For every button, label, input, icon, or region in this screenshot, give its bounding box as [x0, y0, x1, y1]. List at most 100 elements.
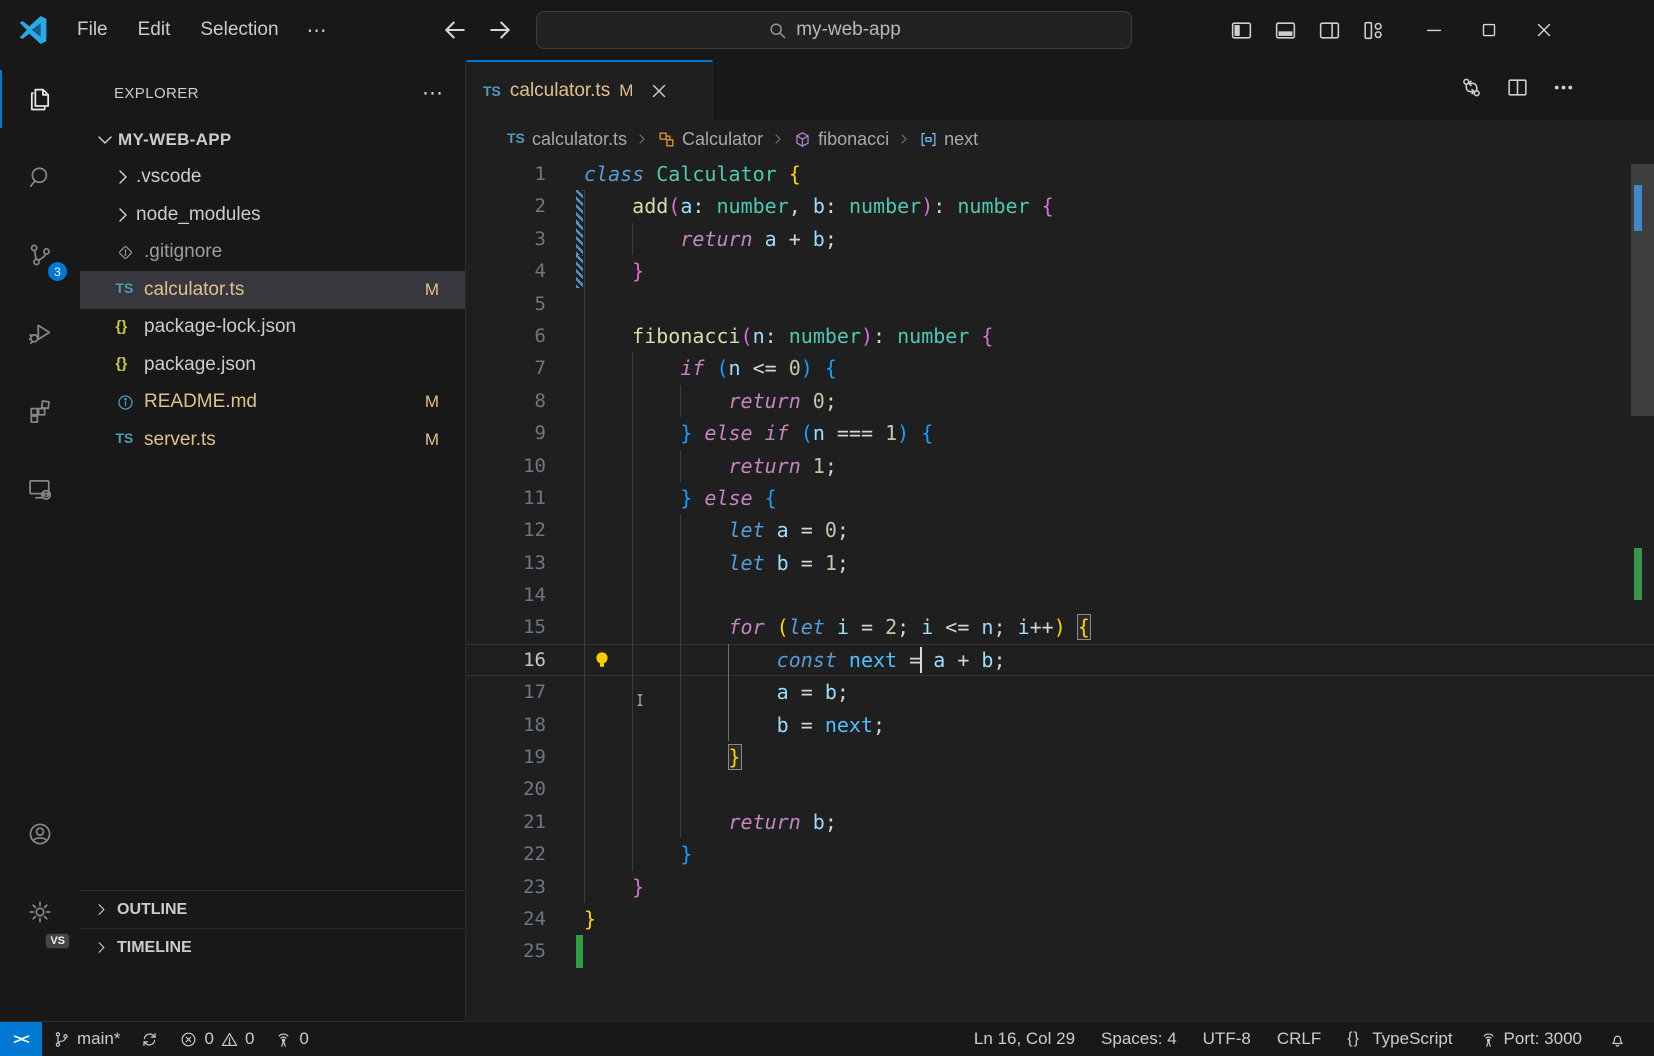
menu-selection[interactable]: Selection: [185, 13, 293, 47]
status-branch[interactable]: main*: [42, 1022, 130, 1056]
code-line-9[interactable]: 9 } else if (n === 1) {: [467, 417, 1654, 449]
tree-item-calculator-ts[interactable]: TScalculator.tsM: [80, 271, 465, 309]
lightbulb-icon[interactable]: [590, 648, 614, 672]
token: 1: [885, 421, 897, 445]
nav-back-icon[interactable]: [440, 15, 470, 45]
status-eol[interactable]: CRLF: [1264, 1022, 1334, 1056]
tree-item-package-lock-json[interactable]: {}package-lock.json: [80, 309, 465, 347]
tree-item-package-json[interactable]: {}package.json: [80, 346, 465, 384]
token: number: [957, 194, 1029, 218]
token: i: [1018, 615, 1030, 639]
tab-calculator-ts[interactable]: TS calculator.ts M: [467, 60, 713, 120]
status-problems[interactable]: 00: [169, 1022, 264, 1056]
menu-more[interactable]: ⋯: [294, 12, 340, 49]
layout-custom-button[interactable]: [1358, 15, 1389, 46]
status-notifications[interactable]: [1595, 1022, 1640, 1056]
code-tokens: return a + b;: [584, 227, 837, 251]
code-line-12[interactable]: 12 let a = 0;: [467, 514, 1654, 546]
breadcrumb-calculator[interactable]: Calculator: [657, 129, 763, 150]
code-content: return 0;: [584, 385, 1654, 417]
code-tokens: return 1;: [584, 454, 837, 478]
code-line-22[interactable]: 22 }: [467, 838, 1654, 870]
file-label: node_modules: [136, 204, 465, 226]
code-line-21[interactable]: 21 return b;: [467, 806, 1654, 838]
code-line-4[interactable]: 4 }: [467, 255, 1654, 287]
tab-close-icon[interactable]: [648, 80, 670, 102]
code-line-25[interactable]: 25: [467, 935, 1654, 967]
code-line-24[interactable]: 24}: [467, 903, 1654, 935]
code-line-15[interactable]: 15 for (let i = 2; i <= n; i++) {: [467, 611, 1654, 643]
code-editor[interactable]: 1class Calculator {2 add(a: number, b: n…: [467, 158, 1654, 968]
sidebar-more-icon[interactable]: ⋯: [422, 81, 445, 106]
activity-settings[interactable]: VS: [0, 873, 80, 951]
code-content: [584, 288, 1654, 320]
status-encoding[interactable]: UTF-8: [1190, 1022, 1264, 1056]
editor-action-open-changes[interactable]: [1459, 75, 1484, 105]
code-line-20[interactable]: 20: [467, 773, 1654, 805]
status-ports[interactable]: 0: [264, 1022, 318, 1056]
minimize-button[interactable]: [1406, 0, 1461, 60]
tree-item--vscode[interactable]: .vscode: [80, 159, 465, 197]
remote-indicator[interactable]: ><: [0, 1022, 42, 1056]
activity-accounts[interactable]: [0, 795, 80, 873]
status-left: main* 000: [42, 1022, 319, 1056]
activity-run-debug[interactable]: [0, 294, 80, 372]
section-outline[interactable]: OUTLINE: [80, 890, 465, 928]
tree-root[interactable]: MY-WEB-APP: [80, 121, 465, 159]
menu-file[interactable]: File: [62, 13, 123, 47]
tree-item-readme-md[interactable]: README.mdM: [80, 384, 465, 422]
command-center-search[interactable]: my-web-app: [536, 11, 1132, 49]
menu-edit[interactable]: Edit: [123, 13, 186, 47]
status-indentation[interactable]: Spaces: 4: [1088, 1022, 1190, 1056]
line-number: 10: [467, 450, 584, 482]
editor-action-split[interactable]: [1505, 75, 1530, 105]
breadcrumb-fibonacci[interactable]: fibonacci: [793, 129, 889, 150]
breadcrumb-label: calculator.ts: [532, 129, 627, 150]
status-port-forward[interactable]: Port: 3000: [1466, 1022, 1595, 1056]
line-number: 17: [467, 676, 584, 708]
code-line-6[interactable]: 6 fibonacci(n: number): number {: [467, 320, 1654, 352]
tree-item-node-modules[interactable]: node_modules: [80, 196, 465, 234]
line-number: 1: [467, 158, 584, 190]
editor-action-more-dots[interactable]: [1551, 75, 1576, 105]
activity-remote-explorer[interactable]: [0, 450, 80, 528]
token: ;: [825, 389, 837, 413]
panel-right-button[interactable]: [1314, 15, 1345, 46]
breadcrumb-next[interactable]: next: [919, 129, 978, 150]
panel-bottom-button[interactable]: [1270, 15, 1301, 46]
code-line-14[interactable]: 14: [467, 579, 1654, 611]
close-button[interactable]: [1516, 0, 1571, 60]
section-timeline[interactable]: TIMELINE: [80, 928, 465, 966]
token: [704, 356, 716, 380]
code-line-2[interactable]: 2 add(a: number, b: number): number {: [467, 190, 1654, 222]
editor-actions: [1459, 60, 1576, 120]
code-line-3[interactable]: 3 return a + b;: [467, 223, 1654, 255]
activity-extensions[interactable]: [0, 372, 80, 450]
activity-explorer[interactable]: [0, 60, 80, 138]
code-line-5[interactable]: 5: [467, 288, 1654, 320]
status-cursor-position[interactable]: Ln 16, Col 29: [961, 1022, 1088, 1056]
tree-item-server-ts[interactable]: TSserver.tsM: [80, 421, 465, 459]
panel-left-button[interactable]: [1226, 15, 1257, 46]
code-line-16[interactable]: 16 const next = a + b;: [467, 644, 1654, 676]
code-line-10[interactable]: 10 return 1;: [467, 450, 1654, 482]
code-line-23[interactable]: 23 }: [467, 871, 1654, 903]
activity-search[interactable]: [0, 138, 80, 216]
code-line-19[interactable]: 19 }: [467, 741, 1654, 773]
breadcrumb-calculator-ts[interactable]: TScalculator.ts: [507, 129, 627, 150]
code-line-11[interactable]: 11 } else {: [467, 482, 1654, 514]
code-line-7[interactable]: 7 if (n <= 0) {: [467, 352, 1654, 384]
tree-item--gitignore[interactable]: .gitignore: [80, 234, 465, 272]
code-line-13[interactable]: 13 let b = 1;: [467, 547, 1654, 579]
status-language[interactable]: {}TypeScript: [1334, 1022, 1465, 1056]
token: ;: [837, 680, 849, 704]
activity-source-control[interactable]: 3: [0, 216, 80, 294]
code-line-8[interactable]: 8 return 0;: [467, 385, 1654, 417]
maximize-button[interactable]: [1461, 0, 1516, 60]
token: }: [680, 421, 692, 445]
chev-r-icon: [92, 900, 111, 919]
code-tokens: return 0;: [584, 389, 837, 413]
status-sync[interactable]: [130, 1022, 169, 1056]
nav-forward-icon[interactable]: [485, 15, 515, 45]
code-line-1[interactable]: 1class Calculator {: [467, 158, 1654, 190]
